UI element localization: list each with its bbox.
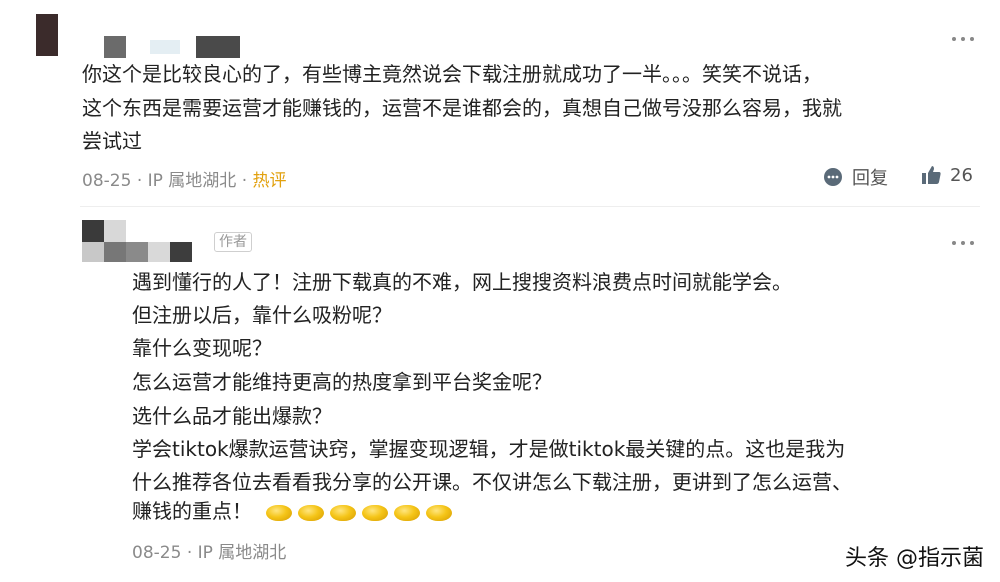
comment-date: 08-25 [82,171,132,191]
gold-ingot-emoji [266,504,293,521]
reply-text-line: 怎么运营才能维持更高的热度拿到平台奖金呢？ [132,370,552,394]
comment-ip: IP 属地湖北 [147,171,237,191]
reply-ip: IP 属地湖北 [197,543,287,563]
divider [80,206,980,207]
reply-text-line: 什么推荐各位去看看我分享的公开课。不仅讲怎么下载注册，更讲到了怎么运营、 [132,470,852,494]
avatar[interactable] [36,14,58,56]
more-icon[interactable] [952,236,976,250]
comment-text-line: 你这个是比较良心的了，有些博主竟然说会下载注册就成功了一半。。。笑笑不说话， [82,62,822,86]
reply-label: 回复 [852,168,888,189]
thumbs-up-icon [922,166,941,184]
gold-ingot-emoji [298,504,325,521]
author-badge: 作者 [214,232,252,252]
reply-date: 08-25 [132,543,182,563]
reply-text-line: 赚钱的重点！ [132,499,252,523]
like-button[interactable]: 26 [920,164,973,186]
gold-ingot-emoji [426,504,453,521]
comment-text-line: 这个东西是需要运营才能赚钱的，运营不是谁都会的，真想自己做号没那么容易，我就 [82,96,842,120]
comment-meta: 08-25 · IP 属地湖北 · 热评 [82,171,287,191]
reply-meta: 08-25 · IP 属地湖北 [132,543,287,563]
emoji-row [266,499,458,523]
like-count: 26 [950,164,973,186]
reply-text-line: 但注册以后，靠什么吸粉呢？ [132,303,392,327]
comment-text-line: 尝试过 [82,129,142,153]
gold-ingot-emoji [362,504,389,521]
gold-ingot-emoji [330,504,357,521]
more-icon[interactable] [952,32,976,46]
gold-ingot-emoji [394,504,421,521]
watermark: 头条 @指示菌 [845,546,984,571]
reply-button[interactable]: 回复 [822,164,888,190]
hot-badge: 热评 [252,171,287,191]
reply-text-line: 靠什么变现呢？ [132,336,272,360]
reply-text-line: 选什么品才能出爆款？ [132,404,332,428]
reply-text-line: 遇到懂行的人了！注册下载真的不难，网上搜搜资料浪费点时间就能学会。 [132,270,792,294]
reply-icon [824,168,842,186]
reply-text-line: 学会tiktok爆款运营诀窍，掌握变现逻辑，才是做tiktok最关键的点。这也是… [132,437,846,461]
reply-text-line-last: 赚钱的重点！ [132,497,458,525]
